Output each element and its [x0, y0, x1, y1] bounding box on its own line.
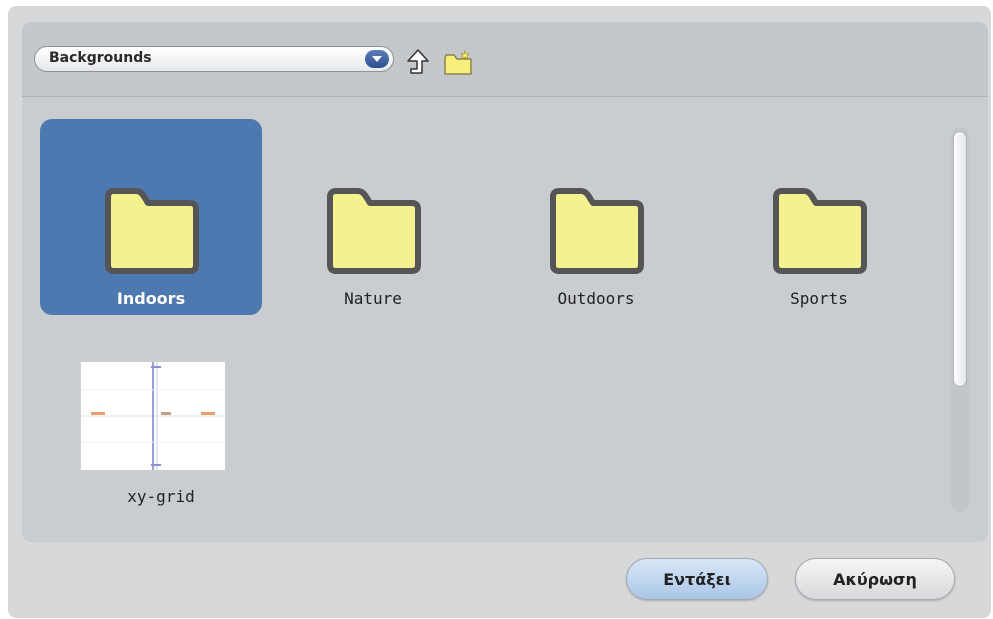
- new-folder-icon[interactable]: [443, 50, 473, 76]
- scrollbar-thumb[interactable]: [953, 131, 967, 387]
- items-area: Indoors Nature Outdoors Sports xy-grid: [22, 97, 988, 542]
- file-browser-dialog: Backgrounds Indoors Nature Outdoors Spor…: [8, 6, 991, 618]
- browser-panel: Backgrounds Indoors Nature Outdoors Spor…: [22, 22, 988, 542]
- folder-label: Sports: [790, 289, 848, 308]
- cancel-button[interactable]: Ακύρωση: [795, 558, 955, 600]
- folder-icon: [327, 188, 421, 274]
- folder-icon: [550, 188, 644, 274]
- folder-icon: [105, 188, 199, 274]
- xy-grid-image: [81, 362, 225, 470]
- up-arrow-icon[interactable]: [406, 48, 430, 76]
- vertical-scrollbar[interactable]: [951, 127, 969, 512]
- folder-label: Nature: [344, 289, 402, 308]
- category-dropdown-value: Backgrounds: [49, 50, 152, 66]
- toolbar: Backgrounds: [22, 22, 988, 97]
- xy-grid-thumbnail[interactable]: [80, 361, 226, 471]
- folder-item-nature[interactable]: Nature: [262, 119, 484, 315]
- folder-icon: [773, 188, 867, 274]
- folder-item-indoors[interactable]: Indoors: [40, 119, 262, 315]
- ok-button[interactable]: Εντάξει: [626, 558, 768, 600]
- folder-label: Outdoors: [557, 289, 635, 308]
- xy-grid-label: xy-grid: [127, 487, 195, 506]
- category-dropdown[interactable]: Backgrounds: [34, 46, 394, 72]
- folder-item-outdoors[interactable]: Outdoors: [485, 119, 707, 315]
- folder-label: Indoors: [116, 289, 186, 308]
- folder-item-sports[interactable]: Sports: [708, 119, 930, 315]
- chevron-down-icon[interactable]: [365, 50, 389, 68]
